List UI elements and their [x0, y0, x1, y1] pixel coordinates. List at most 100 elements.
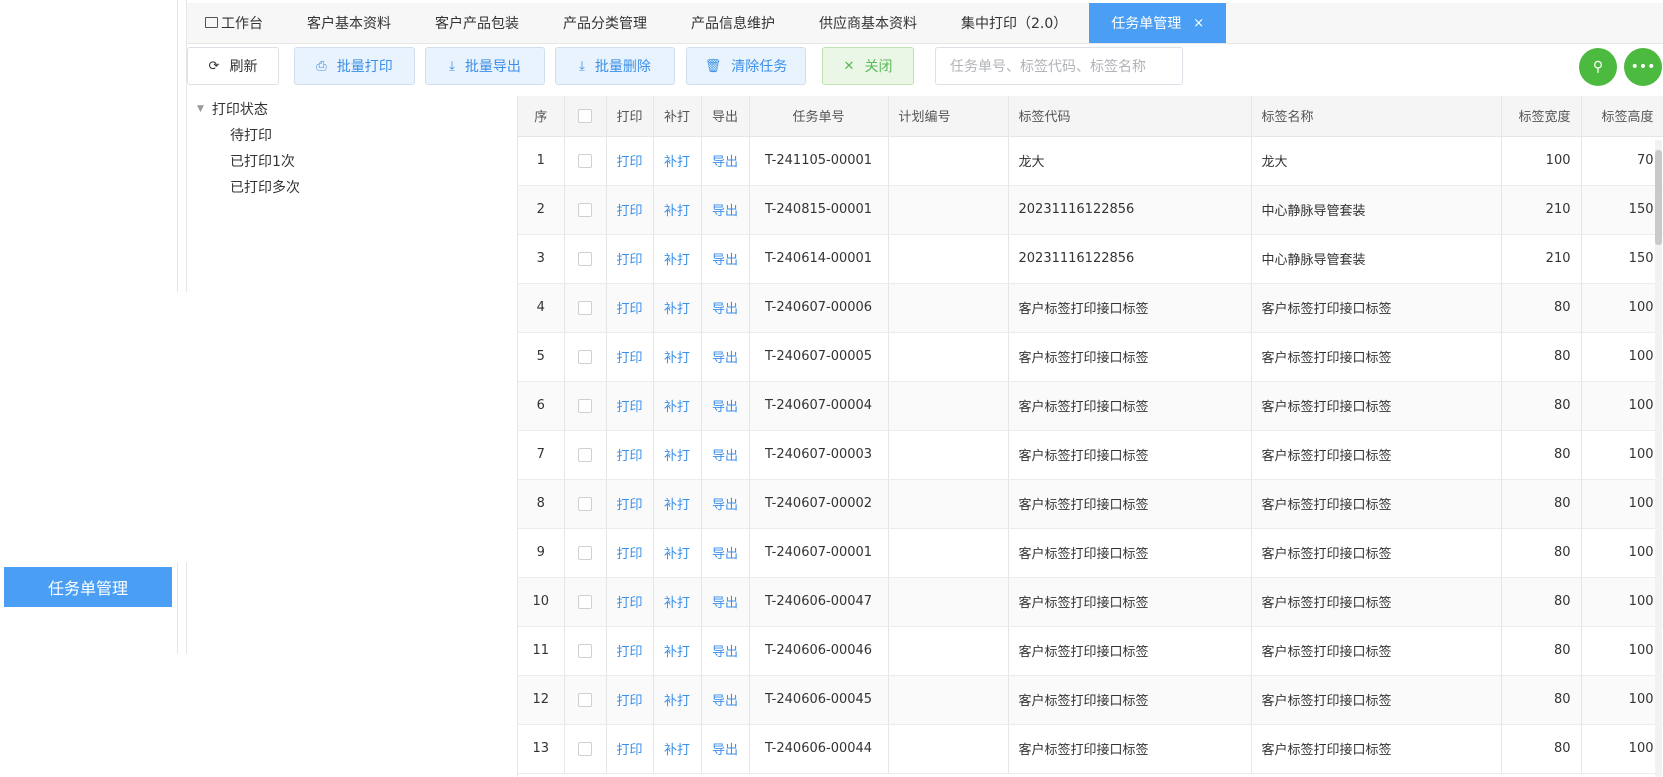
- reprint-link[interactable]: 补打: [653, 136, 702, 186]
- table-row[interactable]: 8 打印 补打 导出 T-240607-00002 客户标签打印接口标签 客户标签打印接口标…: [518, 479, 1663, 529]
- export-link[interactable]: 导出: [701, 528, 750, 578]
- column-header-export[interactable]: 导出: [701, 96, 750, 137]
- export-link[interactable]: 导出: [701, 479, 750, 529]
- print-link[interactable]: 打印: [606, 430, 654, 480]
- more-button[interactable]: •••: [1624, 48, 1662, 86]
- checkbox-icon[interactable]: [578, 202, 592, 217]
- row-checkbox[interactable]: [564, 332, 607, 382]
- caret-down-icon[interactable]: ▼: [197, 104, 204, 114]
- checkbox-icon[interactable]: [578, 692, 592, 707]
- tree-item-printed-multiple[interactable]: 已打印多次: [187, 174, 517, 200]
- checkbox-icon[interactable]: [578, 741, 592, 756]
- tab-customer-packaging[interactable]: 客户产品包装: [413, 3, 541, 43]
- reprint-link[interactable]: 补打: [653, 724, 702, 774]
- row-checkbox[interactable]: [564, 626, 607, 676]
- checkbox-icon[interactable]: [578, 643, 592, 658]
- checkbox-icon[interactable]: [578, 545, 592, 560]
- print-link[interactable]: 打印: [606, 577, 654, 627]
- tab-supplier-info[interactable]: 供应商基本资料: [797, 3, 939, 43]
- print-link[interactable]: 打印: [606, 724, 654, 774]
- column-header-seq[interactable]: 序: [518, 96, 565, 137]
- checkbox-icon[interactable]: [578, 447, 592, 462]
- row-checkbox[interactable]: [564, 675, 607, 725]
- checkbox-icon[interactable]: [578, 153, 592, 168]
- tab-central-print[interactable]: 集中打印（2.0）: [939, 3, 1089, 43]
- reprint-link[interactable]: 补打: [653, 479, 702, 529]
- tree-item-printed-once[interactable]: 已打印1次: [187, 148, 517, 174]
- table-row[interactable]: 1 打印 补打 导出 T-241105-00001 龙大 龙大 100 70: [518, 136, 1663, 186]
- row-checkbox[interactable]: [564, 185, 607, 235]
- export-link[interactable]: 导出: [701, 675, 750, 725]
- print-link[interactable]: 打印: [606, 234, 654, 284]
- print-link[interactable]: 打印: [606, 626, 654, 676]
- print-link[interactable]: 打印: [606, 332, 654, 382]
- refresh-button[interactable]: ⟳ 刷新: [187, 47, 279, 85]
- tab-product-info[interactable]: 产品信息维护: [669, 3, 797, 43]
- table-row[interactable]: 3 打印 补打 导出 T-240614-00001 20231116122856 中心静脉导…: [518, 234, 1663, 284]
- print-link[interactable]: 打印: [606, 185, 654, 235]
- row-checkbox[interactable]: [564, 724, 607, 774]
- reprint-link[interactable]: 补打: [653, 283, 702, 333]
- checkbox-icon[interactable]: [578, 349, 592, 364]
- reprint-link[interactable]: 补打: [653, 185, 702, 235]
- reprint-link[interactable]: 补打: [653, 577, 702, 627]
- print-link[interactable]: 打印: [606, 675, 654, 725]
- search-input[interactable]: 任务单号、标签代码、标签名称: [935, 47, 1183, 85]
- column-header-label-code[interactable]: 标签代码: [1008, 96, 1252, 137]
- table-row[interactable]: 4 打印 补打 导出 T-240607-00006 客户标签打印接口标签 客户标签打印接口标…: [518, 283, 1663, 333]
- export-link[interactable]: 导出: [701, 381, 750, 431]
- column-header-print[interactable]: 打印: [606, 96, 654, 137]
- checkbox-icon[interactable]: [578, 594, 592, 609]
- export-link[interactable]: 导出: [701, 577, 750, 627]
- tab-customer-info[interactable]: 客户基本资料: [285, 3, 413, 43]
- export-link[interactable]: 导出: [701, 430, 750, 480]
- row-checkbox[interactable]: [564, 283, 607, 333]
- table-row[interactable]: 6 打印 补打 导出 T-240607-00004 客户标签打印接口标签 客户标签打印接口标…: [518, 381, 1663, 431]
- clear-tasks-button[interactable]: 🗑 清除任务: [686, 47, 806, 85]
- export-link[interactable]: 导出: [701, 724, 750, 774]
- print-link[interactable]: 打印: [606, 528, 654, 578]
- print-link[interactable]: 打印: [606, 136, 654, 186]
- export-link[interactable]: 导出: [701, 234, 750, 284]
- close-icon[interactable]: ×: [1193, 16, 1204, 31]
- export-link[interactable]: 导出: [701, 185, 750, 235]
- table-row[interactable]: 7 打印 补打 导出 T-240607-00003 客户标签打印接口标签 客户标签打印接口标…: [518, 430, 1663, 480]
- row-checkbox[interactable]: [564, 136, 607, 186]
- column-header-label-name[interactable]: 标签名称: [1251, 96, 1502, 137]
- print-link[interactable]: 打印: [606, 479, 654, 529]
- column-header-task-no[interactable]: 任务单号: [749, 96, 889, 137]
- reprint-link[interactable]: 补打: [653, 234, 702, 284]
- row-checkbox[interactable]: [564, 234, 607, 284]
- search-button[interactable]: ⚲: [1579, 48, 1617, 86]
- checkbox-icon[interactable]: [578, 496, 592, 511]
- column-header-plan-no[interactable]: 计划编号: [888, 96, 1009, 137]
- close-button[interactable]: ✕ 关闭: [822, 47, 914, 85]
- reprint-link[interactable]: 补打: [653, 528, 702, 578]
- export-link[interactable]: 导出: [701, 332, 750, 382]
- table-row[interactable]: 12 打印 补打 导出 T-240606-00045 客户标签打印接口标签 客户标签打印接口…: [518, 675, 1663, 725]
- tab-product-category[interactable]: 产品分类管理: [541, 3, 669, 43]
- tab-workbench[interactable]: 工作台: [187, 3, 285, 43]
- column-header-label-height[interactable]: 标签高度: [1581, 96, 1663, 137]
- checkbox-icon[interactable]: [578, 251, 592, 266]
- print-link[interactable]: 打印: [606, 283, 654, 333]
- table-row[interactable]: 9 打印 补打 导出 T-240607-00001 客户标签打印接口标签 客户标签打印接口标…: [518, 528, 1663, 578]
- row-checkbox[interactable]: [564, 528, 607, 578]
- print-link[interactable]: 打印: [606, 381, 654, 431]
- checkbox-icon[interactable]: [578, 398, 592, 413]
- table-row[interactable]: 5 打印 补打 导出 T-240607-00005 客户标签打印接口标签 客户标签打印接口标…: [518, 332, 1663, 382]
- table-row[interactable]: 10 打印 补打 导出 T-240606-00047 客户标签打印接口标签 客户标签打印接口…: [518, 577, 1663, 627]
- table-row[interactable]: 11 打印 补打 导出 T-240606-00046 客户标签打印接口标签 客户标签打印接口…: [518, 626, 1663, 676]
- reprint-link[interactable]: 补打: [653, 626, 702, 676]
- batch-export-button[interactable]: ⤓ 批量导出: [425, 47, 545, 85]
- export-link[interactable]: 导出: [701, 626, 750, 676]
- reprint-link[interactable]: 补打: [653, 381, 702, 431]
- export-link[interactable]: 导出: [701, 136, 750, 186]
- side-tab-task-management[interactable]: 任务单管理: [4, 567, 172, 607]
- checkbox-icon[interactable]: [578, 300, 592, 315]
- select-all-checkbox[interactable]: [564, 96, 607, 137]
- row-checkbox[interactable]: [564, 577, 607, 627]
- reprint-link[interactable]: 补打: [653, 332, 702, 382]
- batch-print-button[interactable]: ⎙ 批量打印: [294, 47, 415, 85]
- checkbox-icon[interactable]: [578, 108, 592, 123]
